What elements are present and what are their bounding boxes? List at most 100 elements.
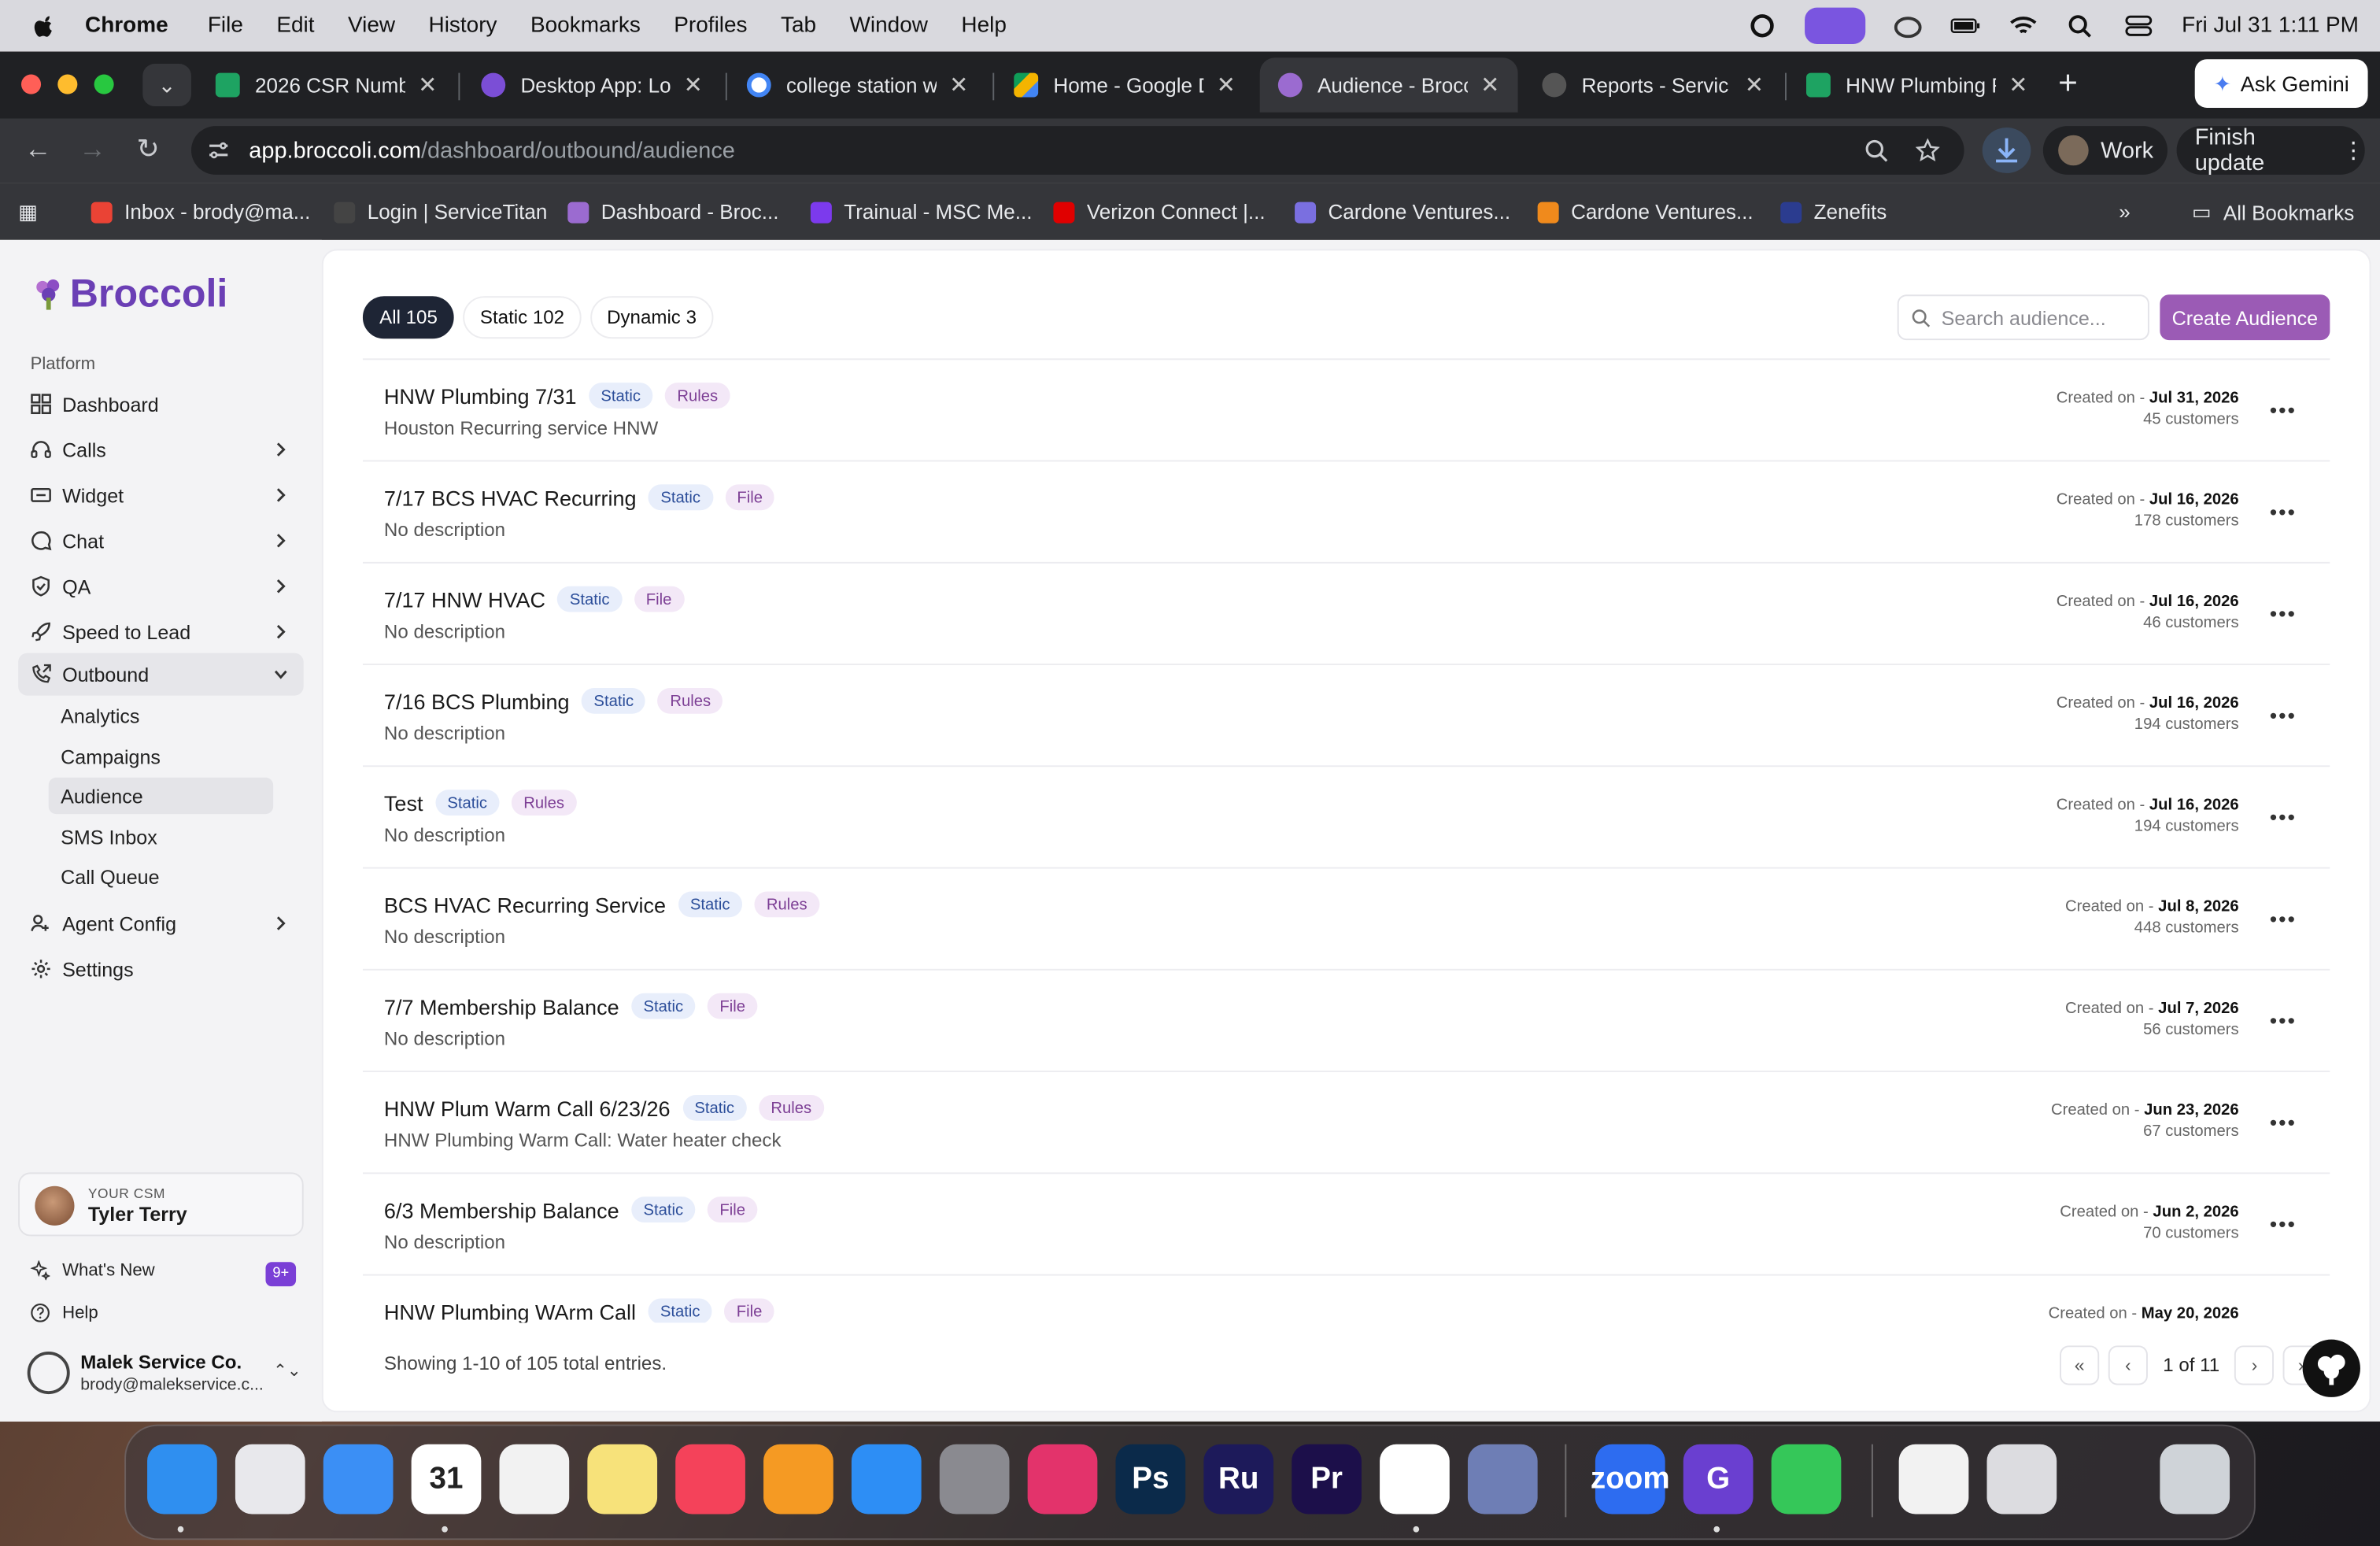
calendar-icon[interactable]: 31 (411, 1444, 482, 1515)
close-tab-icon[interactable]: ✕ (1480, 72, 1499, 99)
clock[interactable]: Fri Jul 31 1:11 PM (2182, 13, 2359, 38)
g-app-icon[interactable]: G (1683, 1444, 1754, 1515)
creative-cloud-menu-icon[interactable] (1894, 13, 1924, 39)
sidebar-item-settings[interactable]: Settings (18, 948, 304, 990)
close-tab-icon[interactable]: ✕ (1217, 72, 1236, 99)
sidebar-item-widget[interactable]: Widget (18, 474, 304, 516)
zoom-icon[interactable]: zoom (1591, 1444, 1670, 1515)
sidebar-sub-campaigns[interactable]: Campaigns (49, 738, 273, 775)
close-tab-icon[interactable]: ✕ (1745, 72, 1764, 99)
csm-card[interactable]: YOUR CSM Tyler Terry (18, 1172, 304, 1237)
audience-name[interactable]: 7/17 BCS HVAC Recurring (384, 485, 637, 509)
more-options-icon[interactable]: ••• (2270, 1008, 2297, 1033)
menu-tab[interactable]: Tab (781, 13, 816, 38)
app-store-icon[interactable] (851, 1444, 922, 1515)
battery-icon[interactable] (1951, 13, 1982, 38)
menu-edit[interactable]: Edit (276, 13, 314, 38)
rush-icon[interactable]: Ru (1203, 1444, 1274, 1515)
more-options-icon[interactable]: ••• (2270, 500, 2297, 524)
bookmark-broccoli[interactable]: Dashboard - Broc... (567, 201, 778, 224)
tab-hnw-plumbing[interactable]: HNW Plumbing R ✕ (1788, 57, 2046, 112)
audience-name[interactable]: BCS HVAC Recurring Service (384, 892, 666, 916)
help-link[interactable]: Help (31, 1303, 98, 1322)
audience-name[interactable]: Test (384, 790, 423, 815)
filter-all[interactable]: All 105 (362, 296, 455, 339)
audience-row[interactable]: 7/7 Membership Balance Static File No descr… (362, 971, 2330, 1073)
bookmark-cardone-2[interactable]: Cardone Ventures... (1537, 201, 1754, 224)
audience-row[interactable]: Test Static Rules No description Created on … (362, 767, 2330, 869)
audience-row[interactable]: HNW Plumbing 7/31 Static Rules Houston Recu… (362, 360, 2330, 462)
premiere-icon[interactable]: Pr (1292, 1444, 1362, 1515)
screenshot-icon[interactable] (1986, 1444, 2057, 1515)
more-options-icon[interactable]: ••• (2270, 398, 2297, 422)
audience-name[interactable]: HNW Plum Warm Call 6/23/26 (384, 1096, 671, 1120)
more-options-icon[interactable]: ••• (2270, 1314, 2297, 1323)
new-tab-button[interactable]: + (2058, 64, 2078, 103)
tab-google-drive[interactable]: Home - Google D ✕ (996, 57, 1254, 112)
more-options-icon[interactable]: ••• (2270, 907, 2297, 931)
sidebar-sub-call-queue[interactable]: Call Queue (49, 858, 273, 894)
bookmark-star-icon[interactable] (1915, 138, 1940, 163)
minimize-window-button[interactable] (57, 74, 78, 94)
menu-profiles[interactable]: Profiles (674, 13, 747, 38)
grammarly-icon[interactable] (1748, 13, 1779, 38)
audience-row[interactable]: 6/3 Membership Balance Static File No descr… (362, 1174, 2330, 1276)
more-options-icon[interactable]: ••• (2270, 601, 2297, 626)
address-bar[interactable]: app.broccoli.com/dashboard/outbound/audi… (190, 126, 1964, 175)
sidebar-item-agent-config[interactable]: Agent Config (18, 902, 304, 945)
menu-view[interactable]: View (348, 13, 395, 38)
menu-history[interactable]: History (429, 13, 497, 38)
audience-row[interactable]: HNW Plumbing WArm Call Static File Created … (363, 1276, 2330, 1323)
sidebar-item-qa[interactable]: QA (18, 565, 304, 608)
broccoli-logo[interactable]: Broccoli (33, 270, 227, 317)
finish-update-button[interactable]: Finish update ⋮ (2176, 124, 2365, 176)
sidebar-item-outbound[interactable]: Outbound (18, 653, 304, 696)
photoshop-icon[interactable]: Ps (1115, 1444, 1186, 1515)
kebab-menu-icon[interactable]: ⋮ (2342, 137, 2365, 165)
finder-icon[interactable] (147, 1444, 217, 1515)
tab-reports-servicetitan[interactable]: Reports - Servic ✕ (1524, 57, 1782, 112)
audience-row[interactable]: 7/17 BCS HVAC Recurring Static File No desc… (362, 461, 2330, 564)
close-tab-icon[interactable]: ✕ (949, 72, 968, 99)
menu-help[interactable]: Help (961, 13, 1007, 38)
site-settings-icon[interactable] (206, 139, 231, 163)
profile-button[interactable]: Work (2042, 126, 2168, 175)
audience-name[interactable]: 7/17 HNW HVAC (384, 587, 545, 612)
phone-icon[interactable] (1771, 1444, 1842, 1515)
audience-name[interactable]: HNW Plumbing WArm Call (384, 1299, 636, 1322)
spotlight-search-icon[interactable] (2067, 13, 2097, 38)
bookmark-gmail[interactable]: Inbox - brody@ma... (91, 201, 310, 224)
audience-name[interactable]: 7/7 Membership Balance (384, 994, 619, 1019)
document-icon[interactable] (1898, 1444, 1969, 1515)
search-audience-input[interactable]: Search audience... (1897, 294, 2149, 341)
audience-name[interactable]: 7/16 BCS Plumbing (384, 689, 570, 713)
zoom-icon[interactable] (1864, 139, 1888, 163)
control-center-icon[interactable] (2124, 13, 2155, 38)
bookmark-zenefits[interactable]: Zenefits (1780, 201, 1887, 224)
close-tab-icon[interactable]: ✕ (418, 72, 437, 99)
tab-college-station[interactable]: college station w ✕ (729, 57, 987, 112)
more-options-icon[interactable]: ••• (2270, 1212, 2297, 1237)
previous-page-button[interactable]: ‹ (2108, 1345, 2148, 1385)
screen-share-icon[interactable] (1805, 7, 1866, 44)
filter-static[interactable]: Static 102 (463, 296, 582, 339)
launchpad-icon[interactable] (235, 1444, 305, 1515)
first-page-button[interactable]: « (2060, 1345, 2100, 1385)
menu-app-name[interactable]: Chrome (85, 13, 168, 38)
whats-new-link[interactable]: What's New (30, 1260, 155, 1281)
wifi-icon[interactable] (2009, 13, 2039, 38)
filter-dynamic[interactable]: Dynamic 3 (589, 296, 714, 339)
creative-cloud-icon[interactable] (1027, 1444, 1098, 1515)
sidebar-sub-analytics[interactable]: Analytics (49, 697, 273, 734)
audience-row[interactable]: 7/17 HNW HVAC Static File No description Cre… (362, 564, 2330, 666)
all-bookmarks-folder[interactable]: ▭ All Bookmarks (2192, 201, 2354, 225)
pages-icon[interactable] (763, 1444, 833, 1515)
audience-name[interactable]: HNW Plumbing 7/31 (384, 383, 577, 408)
sidebar-item-speed-to-lead[interactable]: Speed to Lead (18, 611, 304, 653)
audience-name[interactable]: 6/3 Membership Balance (384, 1197, 619, 1222)
ask-gemini-button[interactable]: ✦ Ask Gemini (2194, 59, 2368, 108)
simulator-icon[interactable] (1467, 1444, 1538, 1515)
tab-csr-numbers[interactable]: 2026 CSR Numbe ✕ (198, 57, 456, 112)
support-chat-button[interactable] (2302, 1339, 2360, 1397)
close-window-button[interactable] (20, 74, 42, 94)
